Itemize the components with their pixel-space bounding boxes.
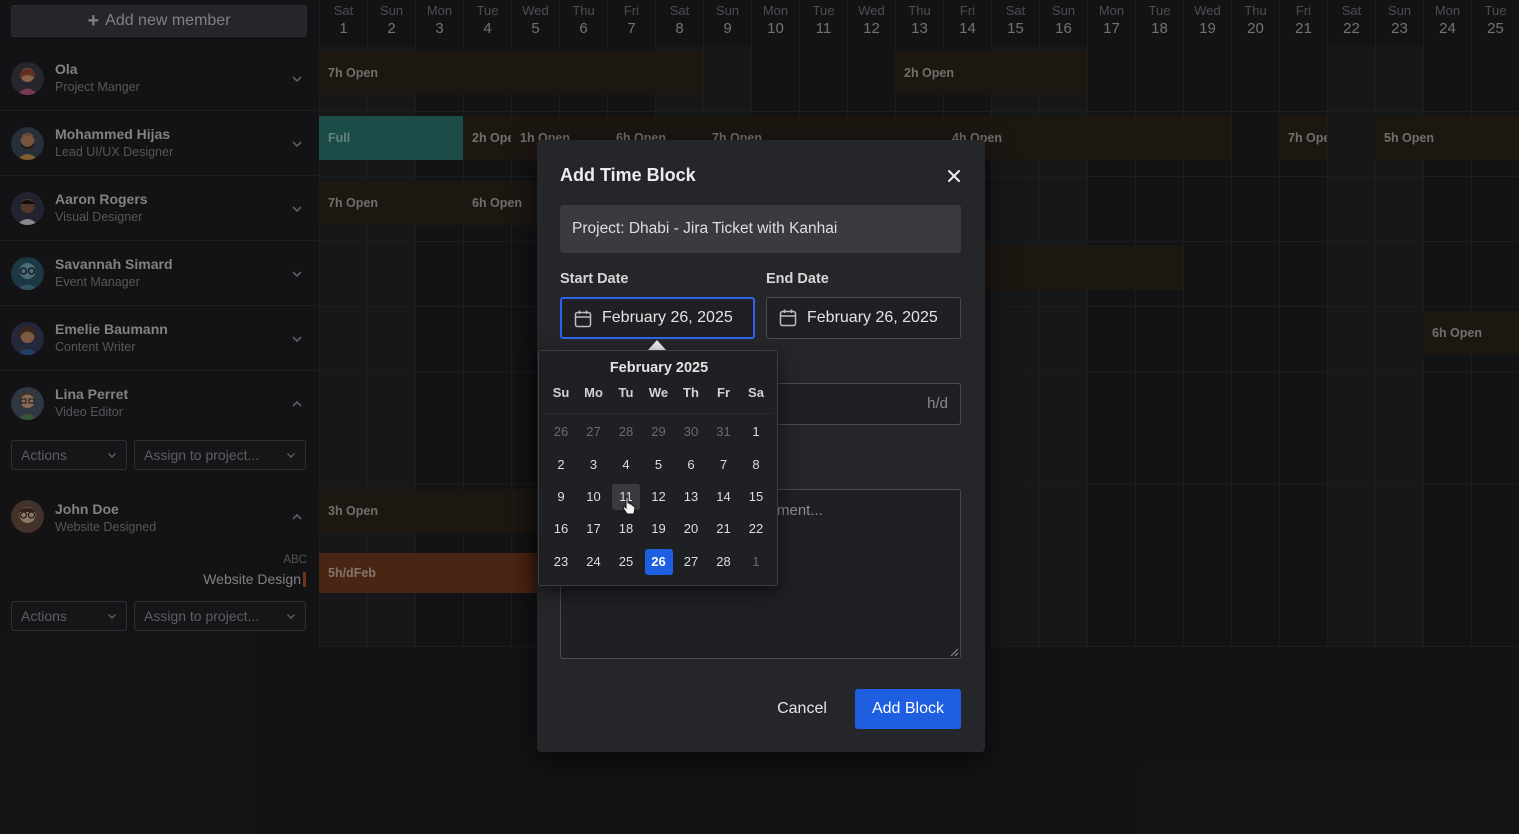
picker-day[interactable]: 1	[742, 419, 770, 445]
picker-day[interactable]: 19	[645, 516, 673, 542]
picker-day[interactable]: 24	[580, 549, 608, 575]
picker-day[interactable]: 13	[677, 484, 705, 510]
picker-weekday: Fr	[717, 385, 730, 400]
picker-day[interactable]: 27	[677, 549, 705, 575]
picker-day[interactable]: 16	[547, 516, 575, 542]
picker-day-outside[interactable]: 30	[677, 419, 705, 445]
mouse-cursor-icon	[622, 496, 636, 516]
picker-weekday: Sa	[748, 385, 764, 400]
picker-day[interactable]: 21	[710, 516, 738, 542]
picker-day[interactable]: 17	[580, 516, 608, 542]
picker-day[interactable]: 22	[742, 516, 770, 542]
hours-unit: h/d	[927, 395, 948, 412]
cancel-button[interactable]: Cancel	[765, 689, 839, 729]
picker-day[interactable]: 6	[677, 452, 705, 478]
picker-divider	[545, 413, 773, 414]
picker-day[interactable]: 25	[612, 549, 640, 575]
picker-day-outside[interactable]: 28	[612, 419, 640, 445]
picker-day[interactable]: 15	[742, 484, 770, 510]
picker-day[interactable]: 20	[677, 516, 705, 542]
picker-day[interactable]: 12	[645, 484, 673, 510]
picker-day[interactable]: 8	[742, 452, 770, 478]
picker-day-outside[interactable]: 26	[547, 419, 575, 445]
picker-day[interactable]: 3	[580, 452, 608, 478]
picker-weekday: Mo	[584, 385, 603, 400]
picker-day[interactable]: 14	[710, 484, 738, 510]
picker-day-outside[interactable]: 31	[710, 419, 738, 445]
picker-weekday: Th	[683, 385, 699, 400]
add-block-button[interactable]: Add Block	[855, 689, 961, 729]
picker-day[interactable]: 7	[710, 452, 738, 478]
picker-day[interactable]: 10	[580, 484, 608, 510]
picker-day[interactable]: 28	[710, 549, 738, 575]
picker-month-title: February 2025	[609, 360, 709, 376]
picker-day-outside[interactable]: 1	[742, 549, 770, 575]
date-picker-popup: February 2025 Su Mo Tu We Th Fr Sa 26 27 28 29 30 3…	[538, 350, 778, 586]
picker-pointer	[648, 340, 666, 350]
calendar-icon	[778, 308, 798, 328]
project-field: Project: Dhabi - Jira Ticket with Kanhai	[560, 205, 961, 253]
picker-day-outside[interactable]: 29	[645, 419, 673, 445]
close-icon[interactable]	[945, 167, 963, 185]
notes-placeholder: ment...	[777, 502, 823, 519]
app-window: + Add new member Ola Project Manger Moha…	[0, 0, 1519, 834]
picker-weekday: We	[648, 385, 669, 400]
start-date-label: Start Date	[560, 271, 629, 287]
end-date-label: End Date	[766, 271, 829, 287]
calendar-icon	[573, 309, 593, 329]
picker-day[interactable]: 18	[612, 516, 640, 542]
end-date-value: February 26, 2025	[807, 309, 938, 326]
start-date-value: February 26, 2025	[602, 309, 733, 326]
picker-weekday: Su	[552, 385, 570, 400]
start-date-input[interactable]: February 26, 2025	[560, 297, 755, 339]
picker-day[interactable]: 2	[547, 452, 575, 478]
resize-grip-icon[interactable]	[949, 647, 959, 657]
picker-day[interactable]: 5	[645, 452, 673, 478]
picker-weekday: Tu	[618, 385, 634, 400]
hours-per-day-input[interactable]: h/d	[766, 383, 961, 425]
picker-day-outside[interactable]: 27	[580, 419, 608, 445]
end-date-input[interactable]: February 26, 2025	[766, 297, 961, 339]
picker-day[interactable]: 4	[612, 452, 640, 478]
picker-day[interactable]: 23	[547, 549, 575, 575]
dialog-title: Add Time Block	[560, 165, 696, 185]
picker-day-selected[interactable]: 26	[644, 549, 673, 575]
picker-day[interactable]: 9	[547, 484, 575, 510]
